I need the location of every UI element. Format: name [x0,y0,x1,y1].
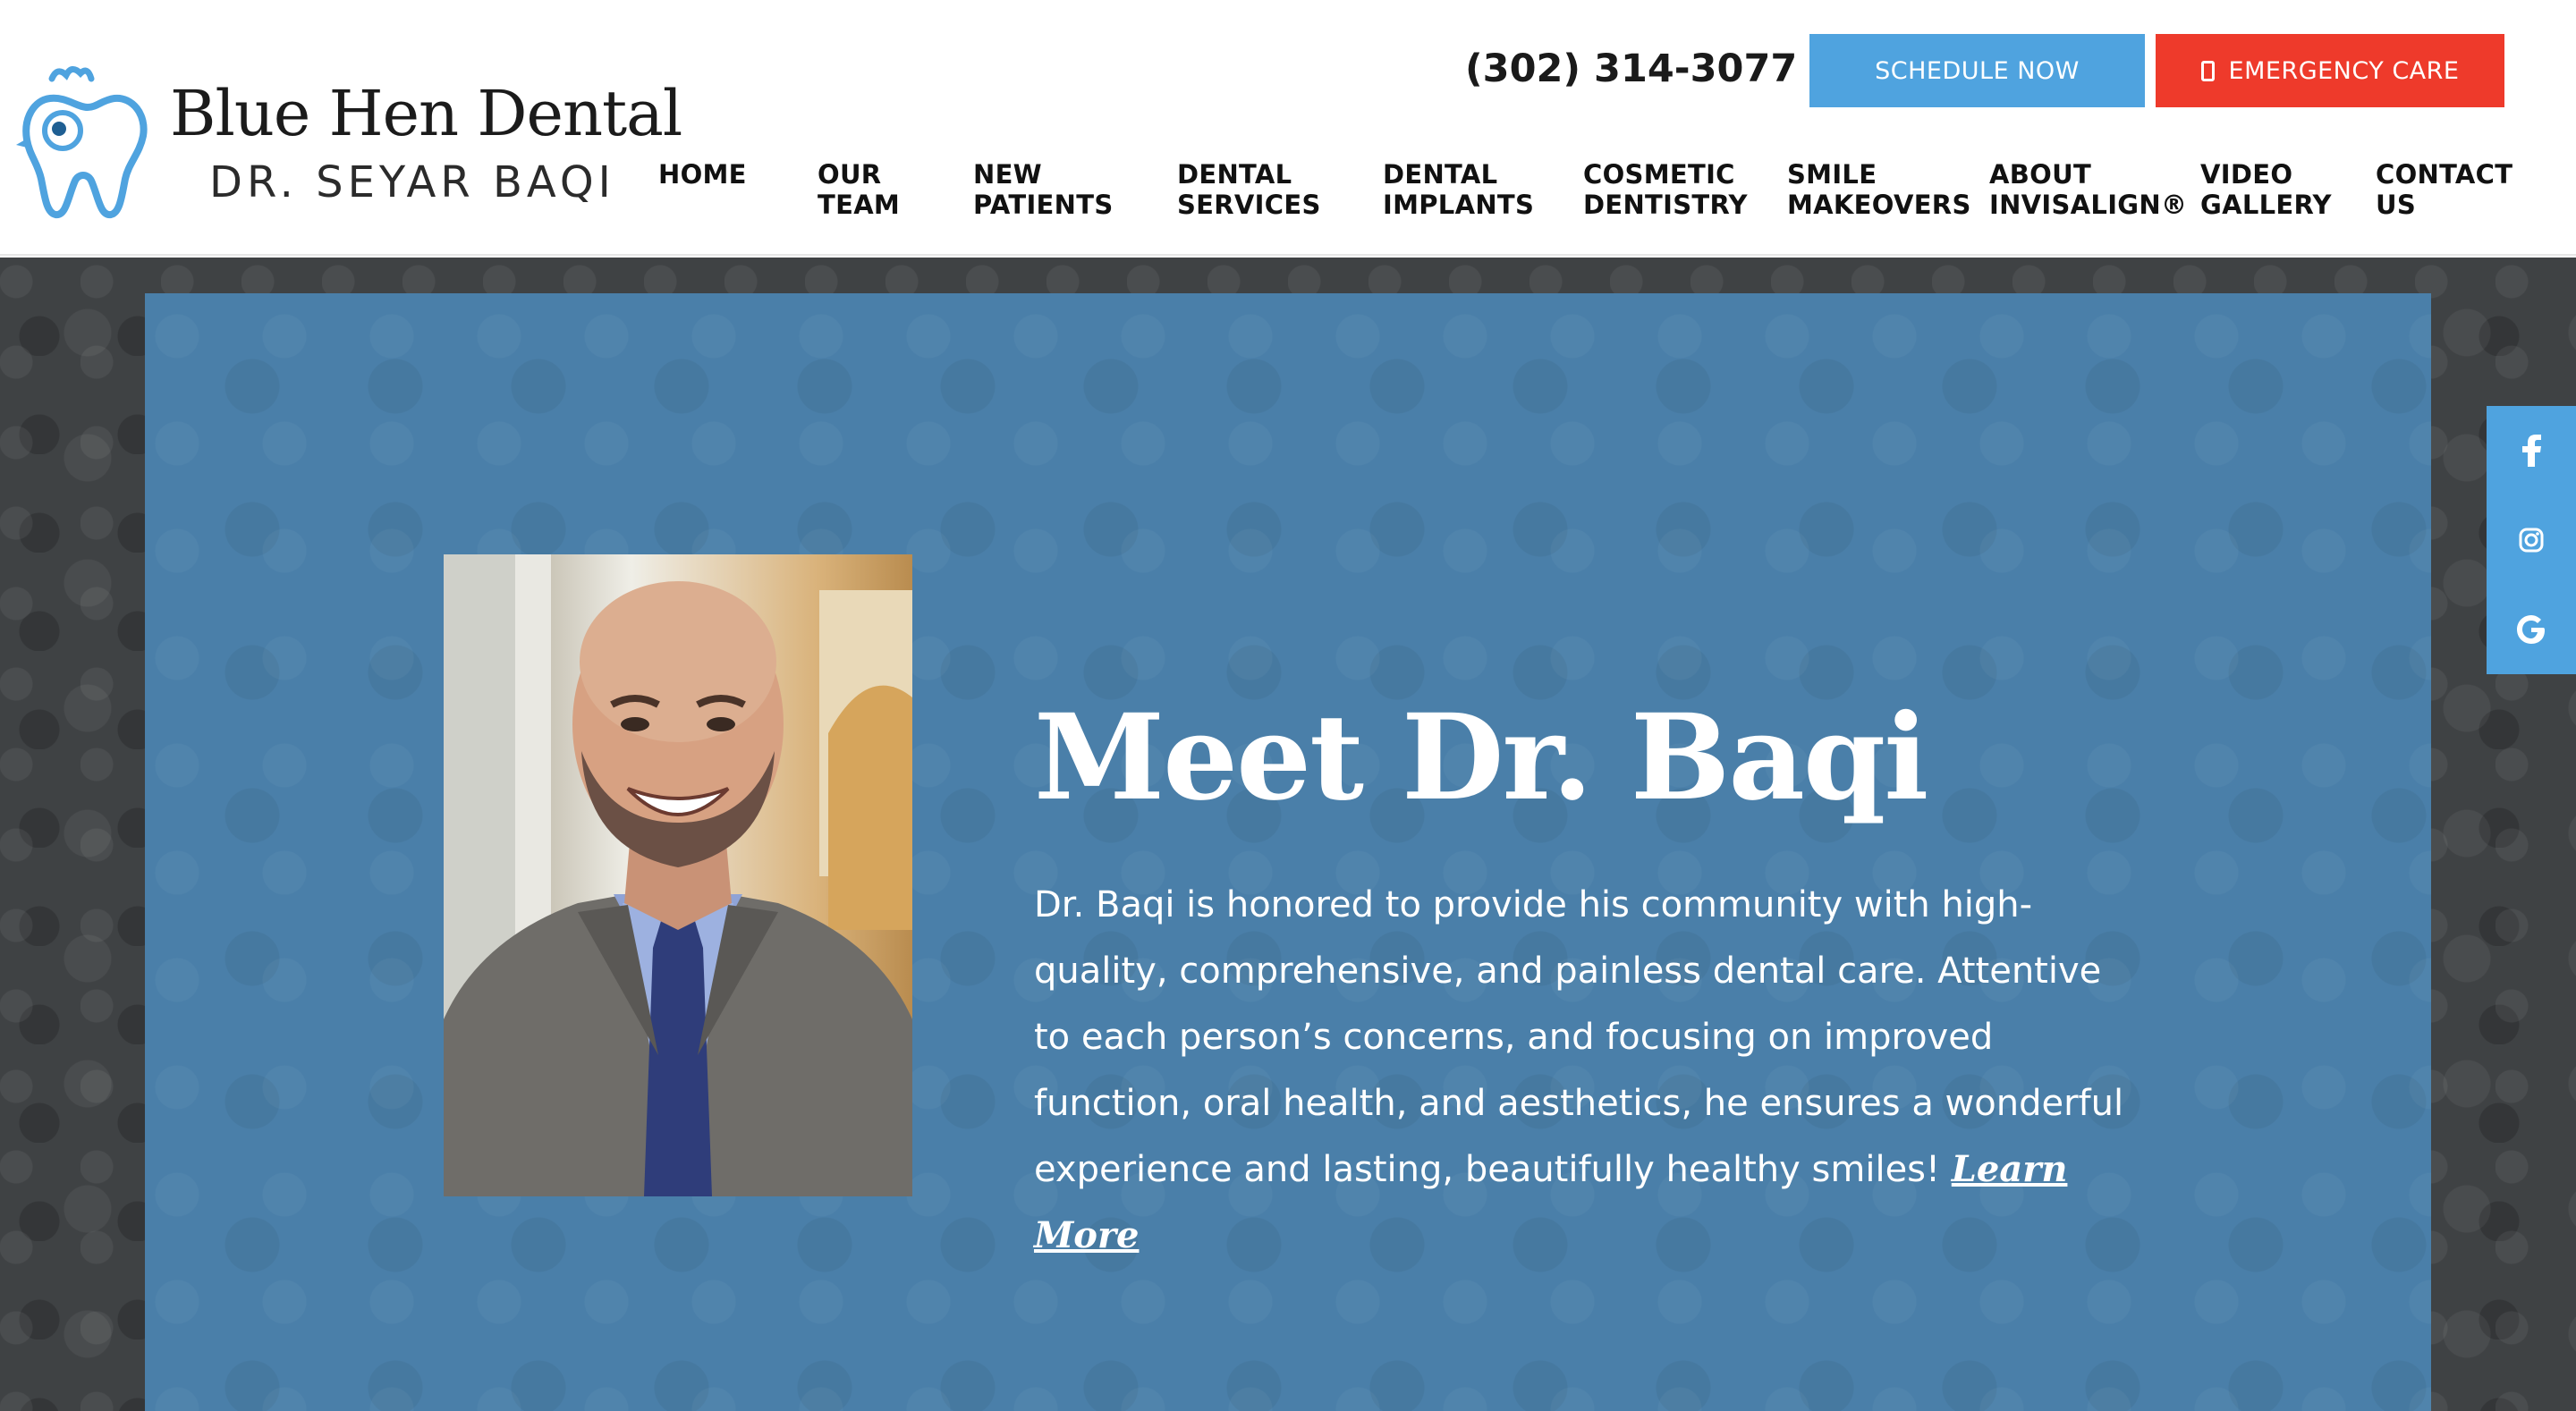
mobile-phone-icon [2200,60,2215,81]
nav-label-line1: NEW [973,159,1042,190]
nav-label-line1: OUR [818,159,882,190]
hero-bio-text: Dr. Baqi is honored to provide his commu… [1034,884,2124,1190]
nav-label-line1: DENTAL [1177,159,1292,190]
nav-item-smile-makeovers[interactable]: SMILE MAKEOVERS [1787,159,1971,220]
site-logo[interactable]: Blue Hen Dental DR. SEYAR BAQI [16,63,682,224]
nav-label-line2: GALLERY [2200,190,2332,220]
nav-item-contact-us[interactable]: CONTACT US [2376,159,2512,220]
nav-item-dental-implants[interactable]: DENTAL IMPLANTS [1383,159,1534,220]
nav-label-line2: SERVICES [1177,190,1321,220]
nav-item-about-invisalign[interactable]: ABOUT INVISALIGN® [1989,159,2187,220]
doctor-portrait-illustration [444,554,912,1196]
nav-label-line1: HOME [658,159,747,190]
brand-title: Blue Hen Dental [170,77,682,150]
nav-item-new-patients[interactable]: NEW PATIENTS [973,159,1114,220]
doctor-portrait-image [444,554,912,1196]
nav-item-home[interactable]: HOME [658,159,747,190]
nav-label-line2: IMPLANTS [1383,190,1535,220]
nav-label-line2: US [2376,190,2417,220]
nav-label-line1: DENTAL [1383,159,1498,190]
nav-item-dental-services[interactable]: DENTAL SERVICES [1177,159,1321,220]
nav-label-line1: CONTACT [2376,159,2513,190]
phone-number-link[interactable]: (302) 314-3077 [1465,46,1797,91]
nav-label-line1: COSMETIC [1583,159,1735,190]
google-link[interactable] [2487,585,2576,674]
nav-label-line1: VIDEO [2200,159,2293,190]
instagram-icon [2519,528,2544,553]
nav-label-line2: MAKEOVERS [1787,190,1971,220]
tooth-hen-logo-icon [16,66,148,218]
nav-label-line1: ABOUT [1989,159,2092,190]
emergency-care-button[interactable]: EMERGENCY CARE [2156,34,2504,107]
schedule-now-label: SCHEDULE NOW [1875,56,2080,85]
google-icon [2517,615,2545,644]
nav-label-line1: SMILE [1787,159,1877,190]
nav-label-line2: DENTISTRY [1583,190,1748,220]
facebook-link[interactable] [2487,406,2576,495]
nav-item-our-team[interactable]: OUR TEAM [818,159,900,220]
nav-label-line2: TEAM [818,190,901,220]
nav-item-cosmetic-dentistry[interactable]: COSMETIC DENTISTRY [1583,159,1748,220]
social-sidebar [2487,406,2576,674]
nav-label-line2: INVISALIGN® [1989,190,2188,220]
hero-bio: Dr. Baqi is honored to provide his commu… [1034,872,2134,1269]
main-nav: HOME OUR TEAM NEW PATIENTS DENTAL SERVIC… [658,159,2546,224]
nav-label-line2: PATIENTS [973,190,1114,220]
site-header: Blue Hen Dental DR. SEYAR BAQI (302) 314… [0,0,2576,256]
instagram-link[interactable] [2487,495,2576,585]
emergency-care-label: EMERGENCY CARE [2228,56,2460,85]
nav-item-video-gallery[interactable]: VIDEO GALLERY [2200,159,2332,220]
facebook-icon [2522,435,2541,467]
brand-subtitle: DR. SEYAR BAQI [209,157,615,207]
hero-title: Meet Dr. Baqi [1034,689,1928,827]
schedule-now-button[interactable]: SCHEDULE NOW [1809,34,2145,107]
